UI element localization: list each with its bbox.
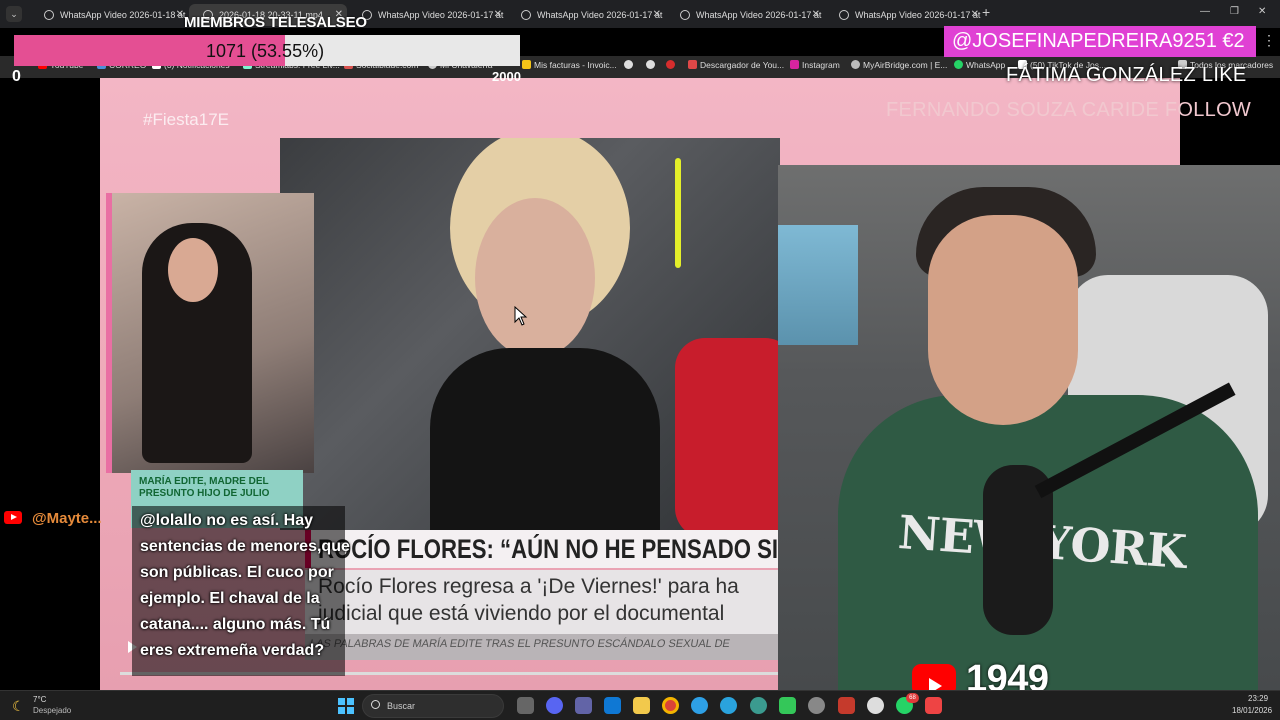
tab-title: WhatsApp Video 2026-01-17 at xyxy=(696,10,822,20)
obs-icon[interactable] xyxy=(808,697,825,714)
subheadline-line-2: judicial que está viviendo por el docume… xyxy=(318,602,725,625)
weather-temperature[interactable]: 7°C xyxy=(33,695,46,704)
restore-icon[interactable]: ❐ xyxy=(1230,6,1239,17)
network-app-icon[interactable] xyxy=(750,697,767,714)
presenter-face xyxy=(475,198,595,358)
tab-favicon-icon xyxy=(44,10,54,20)
bookmark-circle-1[interactable] xyxy=(624,60,636,70)
tab-title: WhatsApp Video 2026-01-17 at xyxy=(855,10,981,20)
whatsapp-notification-badge: 68 xyxy=(906,693,919,703)
circle-icon xyxy=(646,60,655,69)
instagram-icon xyxy=(790,60,799,69)
outlook-icon[interactable] xyxy=(604,697,621,714)
close-tab-icon[interactable]: ✕ xyxy=(494,4,502,26)
discord-icon[interactable] xyxy=(546,697,563,714)
app-circle-icon[interactable] xyxy=(867,697,884,714)
tab-favicon-icon xyxy=(521,10,531,20)
guest-inset xyxy=(106,193,314,473)
inset-guest-face xyxy=(168,238,218,302)
clock-date[interactable]: 18/01/2026 xyxy=(1232,706,1272,715)
moon-icon[interactable]: ☾ xyxy=(12,698,25,715)
guest-red-dress xyxy=(675,338,780,530)
tab-title: WhatsApp Video 2026-01-17 at xyxy=(378,10,504,20)
taskbar-search[interactable]: Buscar xyxy=(362,694,504,718)
chrome-icon[interactable] xyxy=(662,697,679,714)
invoice-icon xyxy=(522,60,531,69)
chat-message: @lolallo no es así. Hay sentencias de me… xyxy=(140,512,350,659)
bookmark-descargador[interactable]: Descargador de You... xyxy=(688,60,784,70)
members-goal-title: MIEMBROS TELESALSEO xyxy=(184,14,367,31)
apple-icon xyxy=(666,60,675,69)
presenter-dress xyxy=(430,348,660,530)
snipping-tool-icon[interactable] xyxy=(925,697,942,714)
tab-whatsapp-video-3[interactable]: WhatsApp Video 2026-01-17 at ✕ xyxy=(507,4,665,26)
goal-end-label: 2000 xyxy=(492,69,521,84)
bookmark-myairbridge[interactable]: MyAirBridge.com | E... xyxy=(851,60,947,70)
search-placeholder: Buscar xyxy=(387,701,416,711)
screen: ⌄ WhatsApp Video 2026-01-18 at ✕ 2026-01-… xyxy=(0,0,1280,720)
streamer-webcam: NEW YORK xyxy=(778,165,1280,690)
members-goal-value: 1071 (53.55%) xyxy=(206,41,325,61)
tab-search-button[interactable]: ⌄ xyxy=(6,6,22,22)
download-icon xyxy=(688,60,697,69)
telegram-icon[interactable] xyxy=(720,697,737,714)
teams-icon[interactable] xyxy=(575,697,592,714)
circle-icon xyxy=(624,60,633,69)
bookmark-mis-facturas[interactable]: Mis facturas - Invoic... xyxy=(522,60,617,70)
close-tab-icon[interactable]: ✕ xyxy=(971,4,979,26)
follow-alert: FERNANDO SOUZA CARIDE FOLLOW xyxy=(886,99,1252,121)
chat-username: @Mayte... xyxy=(4,510,102,527)
streamer-face xyxy=(928,215,1078,425)
donation-alert: @JOSEFINAPEDREIRA9251 €2 xyxy=(944,26,1256,57)
bookmark-whatsapp[interactable]: WhatsApp xyxy=(954,60,1005,70)
like-alert: FÁTIMA GONZÁLEZ LIKE xyxy=(1006,64,1247,86)
youtube-chat-icon xyxy=(4,511,22,524)
tab-whatsapp-video-4[interactable]: WhatsApp Video 2026-01-17 at ✕ xyxy=(666,4,824,26)
bookmark-apple[interactable] xyxy=(666,60,678,70)
start-button[interactable] xyxy=(338,698,354,714)
cloud-icon xyxy=(851,60,860,69)
whatsapp-icon xyxy=(954,60,963,69)
new-tab-button[interactable]: + xyxy=(982,4,990,20)
task-view-icon[interactable] xyxy=(517,697,534,714)
search-icon xyxy=(371,700,380,709)
app-icon[interactable] xyxy=(838,697,855,714)
file-explorer-icon[interactable] xyxy=(633,697,650,714)
background-monitor xyxy=(778,225,858,345)
tv-main-shot xyxy=(280,138,780,530)
yellow-light xyxy=(675,158,681,268)
close-window-icon[interactable]: ✕ xyxy=(1258,6,1266,17)
tab-title: WhatsApp Video 2026-01-18 at xyxy=(60,10,186,20)
tab-whatsapp-video-1[interactable]: WhatsApp Video 2026-01-18 at ✕ xyxy=(30,4,188,26)
tab-favicon-icon xyxy=(839,10,849,20)
tab-whatsapp-video-2[interactable]: WhatsApp Video 2026-01-17 at ✕ xyxy=(348,4,506,26)
goal-start-label: 0 xyxy=(12,68,21,85)
ticker-text: LAS PALABRAS DE MARÍA EDITE TRAS EL PRES… xyxy=(308,638,731,650)
close-tab-icon[interactable]: ✕ xyxy=(176,4,184,26)
tab-favicon-icon xyxy=(680,10,690,20)
browser-menu-icon[interactable]: ⋮ xyxy=(1262,32,1276,49)
edge-icon[interactable] xyxy=(691,697,708,714)
tab-title: WhatsApp Video 2026-01-17 at xyxy=(537,10,663,20)
clock-time[interactable]: 23:29 xyxy=(1248,694,1268,703)
close-tab-icon[interactable]: ✕ xyxy=(812,4,820,26)
tab-whatsapp-video-5[interactable]: WhatsApp Video 2026-01-17 at ✕ xyxy=(825,4,983,26)
windows-taskbar: ☾ 7°C Despejado Buscar 68 23:29 18/01/20… xyxy=(0,690,1280,720)
weather-description[interactable]: Despejado xyxy=(33,706,71,715)
show-hashtag: #Fiesta17E xyxy=(143,110,229,129)
close-tab-icon[interactable]: ✕ xyxy=(653,4,661,26)
minimize-icon[interactable]: — xyxy=(1200,6,1210,17)
camtasia-icon[interactable] xyxy=(779,697,796,714)
subheadline-line-1: Rocío Flores regresa a '¡De Viernes!' pa… xyxy=(318,575,739,598)
bookmark-circle-2[interactable] xyxy=(646,60,658,70)
bookmark-instagram[interactable]: Instagram xyxy=(790,60,840,70)
